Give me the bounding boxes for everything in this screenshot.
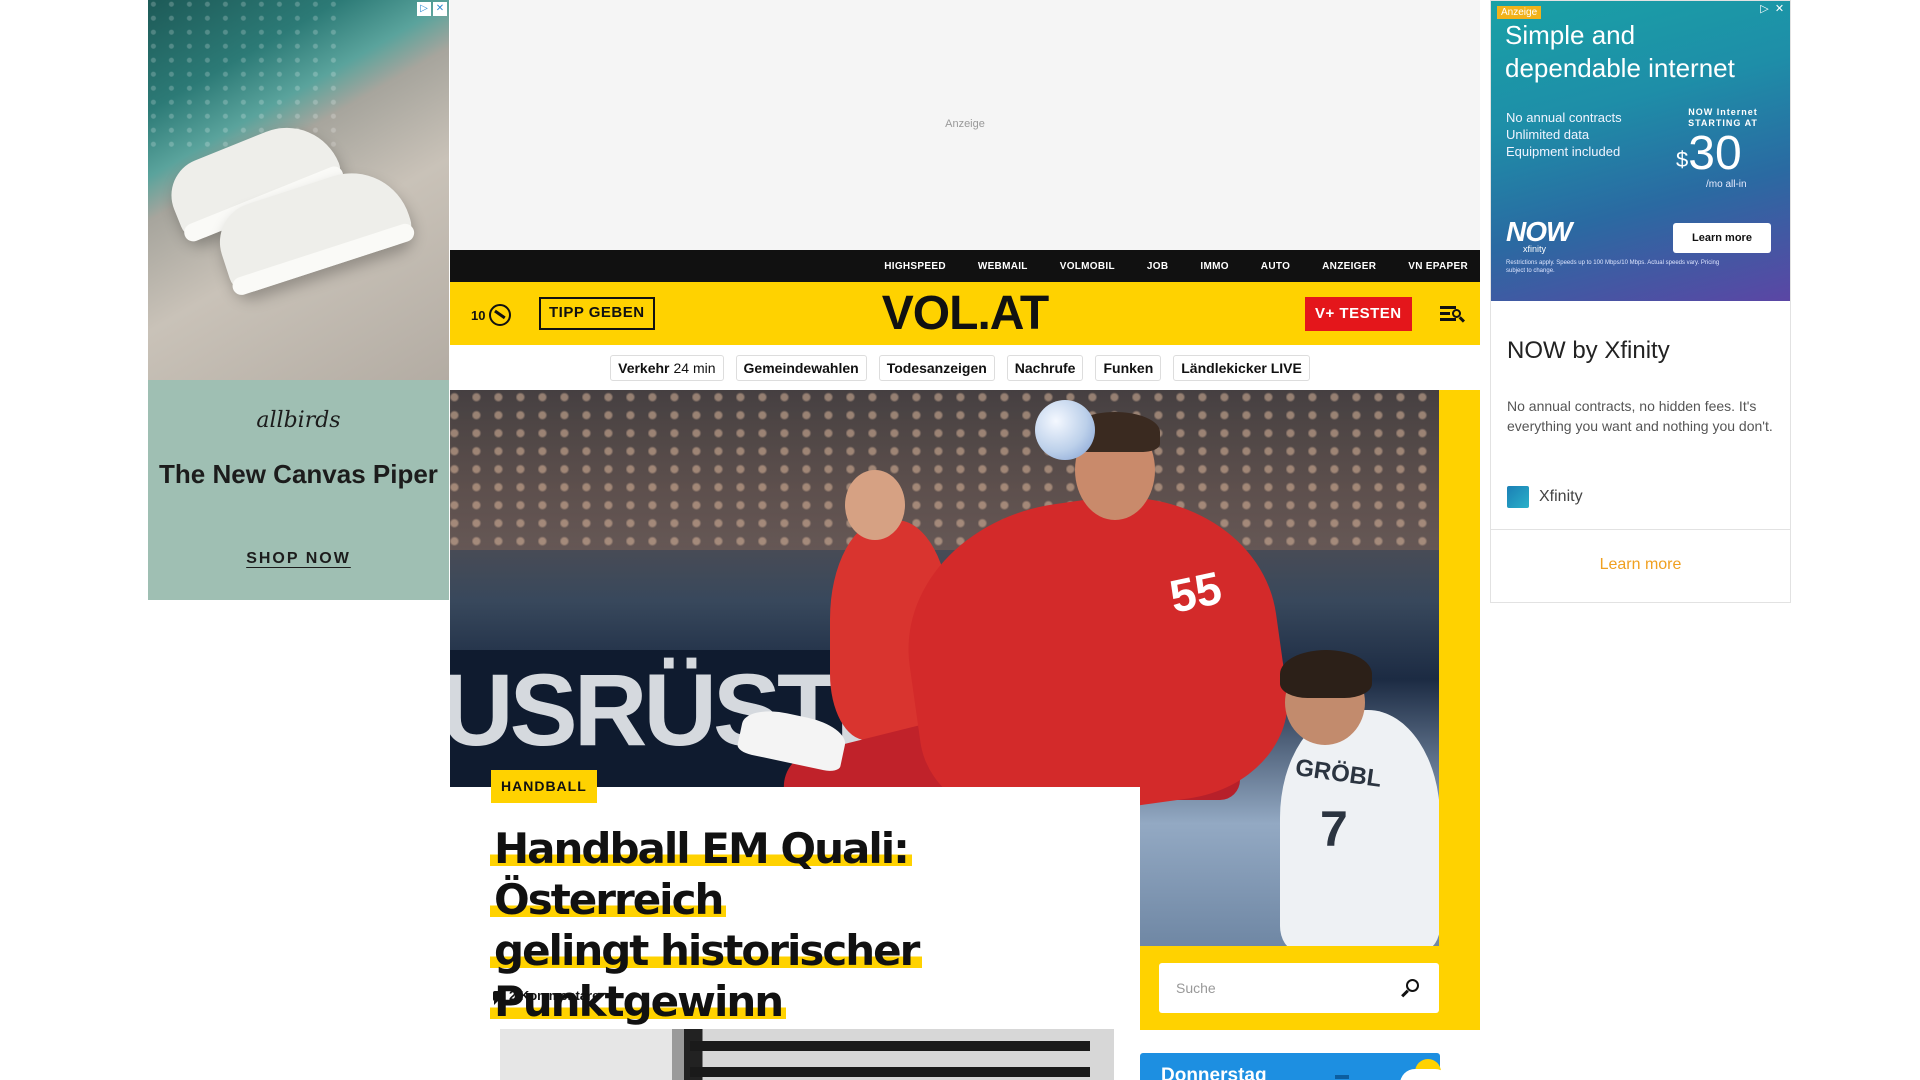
ad-learn-more-link[interactable]: Learn more bbox=[1491, 556, 1790, 574]
search-input[interactable] bbox=[1159, 963, 1389, 1013]
comments-link[interactable]: 2 Kommentare bbox=[493, 988, 600, 1005]
nav-link-job[interactable]: JOB bbox=[1147, 261, 1168, 272]
right-advertisement[interactable]: Anzeige ▷ ✕ Simple and dependable interne… bbox=[1490, 0, 1791, 603]
article-title-line: Handball EM Quali: Österreich bbox=[490, 824, 912, 924]
cloud-icon bbox=[1400, 1069, 1450, 1080]
chip-todesanzeigen[interactable]: Todesanzeigen bbox=[878, 354, 995, 381]
ad-price-value: 30 bbox=[1688, 127, 1742, 180]
vplus-test-button[interactable]: V+ TESTEN bbox=[1305, 297, 1412, 331]
nav-link-highspeed[interactable]: HIGHSPEED bbox=[884, 261, 946, 272]
ad-shop-now-link[interactable]: SHOP NOW bbox=[148, 550, 449, 568]
weather-widget[interactable]: Donnerstag bbox=[1140, 1053, 1450, 1080]
ad-price-suffix: /mo all-in bbox=[1706, 179, 1747, 190]
ad-badge: Anzeige bbox=[1497, 6, 1542, 19]
ad-advertiser[interactable]: Xfinity bbox=[1507, 486, 1583, 508]
search-icon[interactable] bbox=[1401, 979, 1419, 998]
ad-feature: Equipment included bbox=[1506, 144, 1621, 159]
page: ▷ ✕ allbirds The New Canvas Piper SHOP NO… bbox=[0, 0, 1920, 1080]
left-advertisement[interactable]: ▷ ✕ allbirds The New Canvas Piper SHOP NO… bbox=[148, 0, 449, 600]
weather-day: Donnerstag bbox=[1161, 1065, 1267, 1080]
ad-description: No annual contracts, no hidden fees. It'… bbox=[1507, 398, 1773, 434]
temperature: 10 bbox=[471, 307, 486, 323]
xfinity-logo-icon bbox=[1507, 486, 1529, 508]
chip-traffic-label: Verkehr bbox=[618, 359, 670, 376]
ad-advertiser-name: Xfinity bbox=[1539, 488, 1583, 505]
next-article-thumbnail[interactable] bbox=[500, 1029, 1114, 1080]
ad-choices-icon[interactable]: ▷ ✕ bbox=[1758, 3, 1786, 16]
handball bbox=[1035, 400, 1095, 460]
nav-link-anzeiger[interactable]: ANZEIGER bbox=[1322, 261, 1376, 272]
ad-shoe-photo: ▷ ✕ bbox=[148, 0, 449, 380]
ad-price: $30 bbox=[1676, 129, 1742, 179]
ad-banner-headline: Simple and dependable internet bbox=[1505, 20, 1735, 83]
ad-fine-print: Restrictions apply. Speeds up to 100 Mbp… bbox=[1506, 260, 1720, 274]
tipp-geben-button[interactable]: TIPP GEBEN bbox=[539, 297, 655, 330]
chip-nachrufe[interactable]: Nachrufe bbox=[1006, 354, 1084, 381]
article-category-badge[interactable]: HANDBALL bbox=[491, 770, 597, 803]
ad-choices-icon[interactable]: ▷ ✕ bbox=[417, 2, 447, 16]
comments-count: 2 Kommentare bbox=[509, 988, 600, 1003]
ad-learn-more-button[interactable]: Learn more bbox=[1673, 223, 1771, 253]
quick-links-bar: Verkehr 24 min Gemeindewahlen Todesanzeig… bbox=[450, 345, 1480, 390]
ad-brand-logo: allbirds bbox=[256, 408, 341, 433]
nav-link-auto[interactable]: AUTO bbox=[1261, 261, 1290, 272]
weather-icon bbox=[489, 304, 512, 326]
top-ad-placeholder: Anzeige bbox=[450, 0, 1480, 250]
nav-link-vn-epaper[interactable]: VN EPAPER bbox=[1408, 261, 1468, 272]
ad-starting-label: NOW Internet STARTING AT bbox=[1688, 107, 1758, 128]
divider bbox=[1491, 529, 1790, 530]
comment-icon bbox=[493, 990, 504, 1005]
menu-search-icon[interactable] bbox=[1440, 304, 1466, 324]
opponent-number: 7 bbox=[1320, 801, 1348, 857]
ad-headline: The New Canvas Piper bbox=[159, 459, 438, 489]
ad-label: Anzeige bbox=[945, 118, 985, 130]
nav-link-volmobil[interactable]: VOLMOBIL bbox=[1060, 261, 1115, 272]
chip-traffic-value: 24 min bbox=[673, 359, 716, 376]
ad-xfinity-logo: xfinity bbox=[1523, 244, 1547, 254]
ad-price-currency: $ bbox=[1676, 147, 1689, 172]
opponent-player-figure bbox=[1280, 710, 1439, 946]
ad-banner-image[interactable]: Anzeige ▷ ✕ Simple and dependable interne… bbox=[1491, 1, 1790, 301]
nav-link-immo[interactable]: IMMO bbox=[1200, 261, 1228, 272]
site-header: 10 TIPP GEBEN VOL.AT V+ TESTEN bbox=[450, 282, 1480, 345]
chip-funken[interactable]: Funken bbox=[1095, 354, 1162, 381]
lead-article-card[interactable]: HANDBALL Handball EM Quali: Österreich g… bbox=[450, 770, 1140, 1080]
chip-gemeindewahlen[interactable]: Gemeindewahlen bbox=[735, 354, 867, 381]
weather-indicator[interactable]: 10 bbox=[471, 304, 512, 326]
chip-laendlekicker-live[interactable]: Ländlekicker LIVE bbox=[1173, 354, 1310, 381]
chip-traffic[interactable]: Verkehr 24 min bbox=[610, 354, 724, 381]
top-service-nav: HIGHSPEED WEBMAIL VOLMOBIL JOB IMMO AUTO… bbox=[450, 250, 1480, 282]
ad-feature: No annual contracts bbox=[1506, 110, 1622, 125]
main-player-number: 55 bbox=[1165, 561, 1227, 623]
article-title-line: gelingt historischer bbox=[490, 926, 923, 975]
ad-title[interactable]: NOW by Xfinity bbox=[1507, 337, 1670, 365]
ad-feature: Unlimited data bbox=[1506, 127, 1590, 142]
nav-link-webmail[interactable]: WEBMAIL bbox=[978, 261, 1028, 272]
ad-feature-list: No annual contracts Unlimited data Equip… bbox=[1506, 109, 1622, 160]
search-box bbox=[1159, 963, 1439, 1013]
